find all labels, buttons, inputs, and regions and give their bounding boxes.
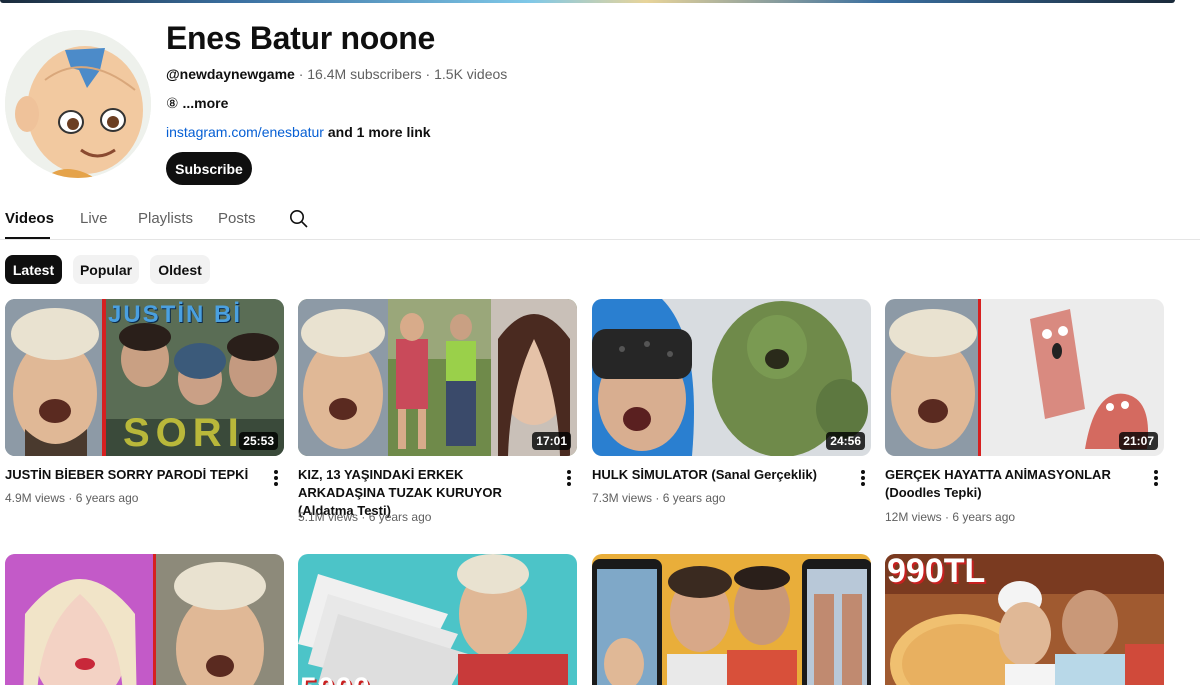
search-icon[interactable] bbox=[289, 209, 309, 229]
active-tab-indicator bbox=[5, 237, 50, 239]
video-card[interactable]: 17:01 KIZ, 13 YAŞINDAKİ ERKEK ARKADAŞINA… bbox=[298, 299, 577, 524]
video-meta: 7.3M views · 6 years ago bbox=[592, 491, 725, 505]
video-count: 1.5K videos bbox=[434, 66, 508, 82]
more-links-button[interactable]: and 1 more link bbox=[324, 124, 431, 140]
video-views: 5.1M views bbox=[298, 510, 359, 524]
video-card[interactable] bbox=[5, 554, 284, 685]
video-thumbnail[interactable]: JUSTİN Bİ SORI 25:53 bbox=[5, 299, 284, 456]
video-thumbnail[interactable]: 17:01 bbox=[298, 299, 577, 456]
video-title[interactable]: HULK SİMULATOR (Sanal Gerçeklik) bbox=[592, 466, 842, 484]
video-duration: 17:01 bbox=[532, 432, 571, 450]
thumbnail-image bbox=[5, 554, 284, 685]
video-thumbnail[interactable] bbox=[592, 554, 871, 685]
video-meta: 12M views · 6 years ago bbox=[885, 510, 1015, 524]
video-title[interactable]: GERÇEK HAYATTA ANİMASYONLAR (Doodles Tep… bbox=[885, 466, 1135, 502]
channel-links: instagram.com/enesbatur and 1 more link bbox=[166, 124, 431, 140]
meta-separator: · bbox=[941, 510, 953, 524]
meta-separator: · bbox=[421, 66, 435, 82]
video-age: 6 years ago bbox=[952, 510, 1016, 524]
thumbnail-overlay-text: JUSTİN Bİ bbox=[108, 301, 243, 328]
video-card[interactable]: 21:07 GERÇEK HAYATTA ANİMASYONLAR (Doodl… bbox=[885, 299, 1164, 524]
video-title[interactable]: JUSTİN BİEBER SORRY PARODİ TEPKİ bbox=[5, 466, 255, 484]
more-vertical-icon[interactable] bbox=[861, 470, 865, 486]
video-card[interactable]: 24:56 HULK SİMULATOR (Sanal Gerçeklik) 7… bbox=[592, 299, 871, 505]
more-vertical-icon[interactable] bbox=[274, 470, 278, 486]
tab-live[interactable]: Live bbox=[80, 210, 108, 227]
video-age: 6 years ago bbox=[368, 510, 432, 524]
description-more-link[interactable]: ...more bbox=[182, 95, 228, 111]
channel-avatar[interactable] bbox=[5, 30, 151, 178]
avatar-illustration bbox=[5, 30, 151, 178]
video-thumbnail[interactable]: 21:07 bbox=[885, 299, 1164, 456]
thumbnail-overlay-text: 5000 bbox=[300, 672, 371, 685]
video-age: 6 years ago bbox=[662, 491, 726, 505]
video-views: 7.3M views bbox=[592, 491, 653, 505]
subscribe-button[interactable]: Subscribe bbox=[166, 152, 252, 185]
meta-separator: · bbox=[358, 510, 369, 524]
channel-tabs: Videos Live Playlists Posts bbox=[0, 200, 1200, 240]
video-thumbnail[interactable] bbox=[5, 554, 284, 685]
video-age: 6 years ago bbox=[75, 491, 139, 505]
instagram-link[interactable]: instagram.com/enesbatur bbox=[166, 124, 324, 140]
tab-videos[interactable]: Videos bbox=[5, 210, 54, 227]
channel-handle: @newdaynewgame bbox=[166, 66, 295, 82]
meta-separator: · bbox=[294, 66, 308, 82]
thumbnail-overlay-text: SORI bbox=[123, 411, 245, 455]
video-views: 12M views bbox=[885, 510, 942, 524]
video-meta: 4.9M views · 6 years ago bbox=[5, 491, 138, 505]
video-duration: 21:07 bbox=[1119, 432, 1158, 450]
thumbnail-overlay-text: 990TL bbox=[887, 554, 986, 590]
tab-playlists[interactable]: Playlists bbox=[138, 210, 193, 227]
more-vertical-icon[interactable] bbox=[1154, 470, 1158, 486]
video-card[interactable]: 990TL bbox=[885, 554, 1164, 685]
description-emoji: ⑧ bbox=[166, 95, 179, 111]
video-card[interactable]: JUSTİN Bİ SORI 25:53 JUSTİN BİEBER SORRY… bbox=[5, 299, 284, 505]
subscriber-count: 16.4M subscribers bbox=[307, 66, 422, 82]
more-vertical-icon[interactable] bbox=[567, 470, 571, 486]
channel-title: Enes Batur noone bbox=[166, 20, 436, 56]
video-card[interactable] bbox=[592, 554, 871, 685]
meta-separator: · bbox=[652, 491, 663, 505]
channel-description[interactable]: ⑧ ...more bbox=[166, 95, 228, 112]
meta-separator: · bbox=[65, 491, 76, 505]
video-thumbnail[interactable]: 990TL bbox=[885, 554, 1164, 685]
thumbnail-image bbox=[592, 554, 871, 685]
video-meta: 5.1M views · 6 years ago bbox=[298, 510, 431, 524]
video-duration: 24:56 bbox=[826, 432, 865, 450]
tab-posts[interactable]: Posts bbox=[218, 210, 256, 227]
thumbnail-image bbox=[298, 554, 577, 685]
chip-oldest[interactable]: Oldest bbox=[150, 255, 210, 284]
channel-meta: @newdaynewgame · 16.4M subscribers · 1.5… bbox=[166, 66, 507, 82]
video-thumbnail[interactable]: 5000 bbox=[298, 554, 577, 685]
video-duration: 25:53 bbox=[239, 432, 278, 450]
channel-banner bbox=[0, 0, 1175, 3]
video-thumbnail[interactable]: 24:56 bbox=[592, 299, 871, 456]
video-views: 4.9M views bbox=[5, 491, 66, 505]
video-card[interactable]: 5000 bbox=[298, 554, 577, 685]
chip-latest[interactable]: Latest bbox=[5, 255, 62, 284]
chip-popular[interactable]: Popular bbox=[73, 255, 139, 284]
